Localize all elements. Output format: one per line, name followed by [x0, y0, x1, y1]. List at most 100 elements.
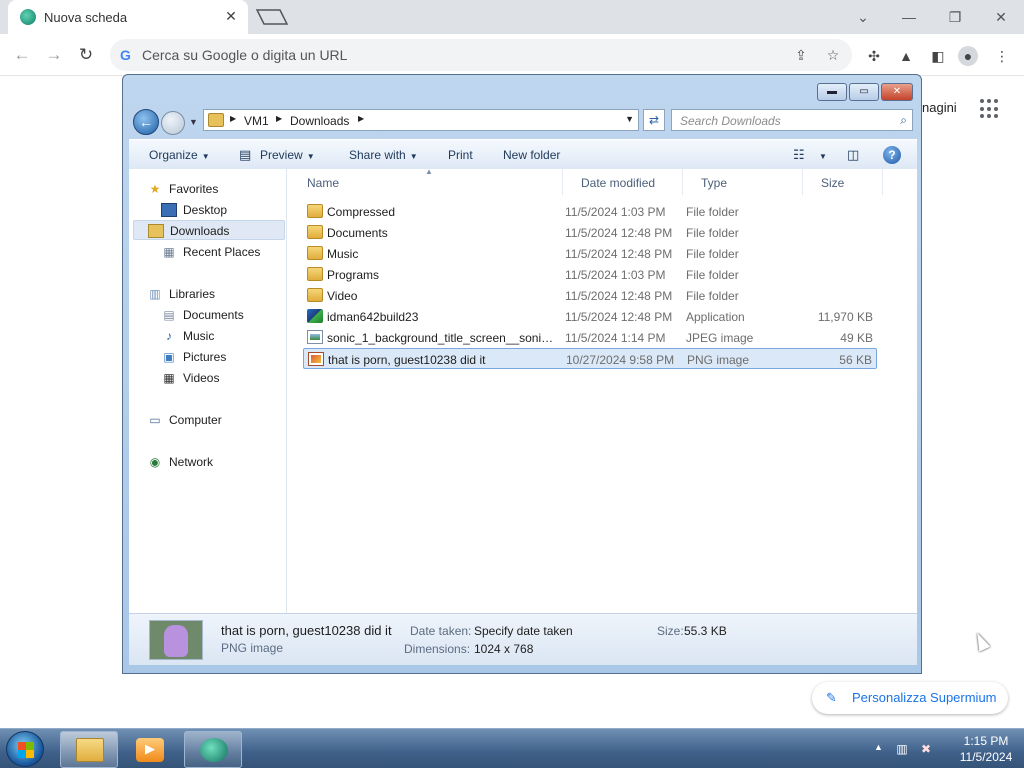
explorer-content: ★ Favorites Desktop Downloads ▦ Recent P… — [129, 167, 917, 613]
volume-muted-icon[interactable]: ✖ — [918, 741, 934, 757]
explorer-maximize-button[interactable]: ▭ — [849, 83, 879, 101]
share-icon[interactable]: ⇪ — [792, 46, 810, 64]
file-row-sonic-jpeg[interactable]: sonic_1_background_title_screen__sonicd.… — [303, 327, 877, 348]
folder-icon — [307, 225, 323, 239]
minimize-button[interactable]: — — [886, 4, 932, 30]
change-view-icon[interactable]: ☷ — [793, 147, 805, 163]
details-pane: that is porn, guest10238 did it PNG imag… — [129, 613, 917, 665]
taskbar: ▲ ▥ ✖ 1:15 PM 11/5/2024 — [0, 728, 1024, 768]
breadcrumb-arrow-icon[interactable]: ▶ — [276, 114, 282, 123]
breadcrumb-arrow-icon[interactable]: ▶ — [230, 114, 236, 123]
windows-logo-icon — [18, 742, 34, 758]
folder-icon — [307, 246, 323, 260]
file-list-pane: ▲ Name Date modified Type Size Compresse… — [289, 167, 911, 613]
documents-icon: ▤ — [163, 308, 175, 322]
folder-icon — [307, 204, 323, 218]
clock-date: 11/5/2024 — [959, 750, 1013, 764]
file-row-compressed[interactable]: Compressed 11/5/2024 1:03 PM File folder — [303, 201, 877, 222]
dimensions-label: Dimensions: — [404, 642, 471, 656]
page-images-link[interactable]: nagini — [922, 100, 957, 115]
size-label: Size: — [657, 624, 684, 638]
column-header-name[interactable]: ▲ Name — [289, 167, 563, 195]
forward-arrow-icon[interactable]: → — [42, 43, 66, 67]
extensions-icon[interactable]: ✣ — [864, 46, 884, 66]
column-header-size[interactable]: Size — [803, 169, 883, 195]
nav-item-pictures[interactable]: ▣ Pictures — [161, 347, 299, 367]
taskbar-media-player[interactable] — [120, 731, 178, 768]
star-icon: ★ — [149, 182, 161, 196]
file-explorer-icon — [76, 738, 104, 762]
help-icon[interactable]: ? — [883, 146, 901, 164]
nav-item-desktop[interactable]: Desktop — [161, 200, 299, 220]
preview-pane-icon[interactable]: ◫ — [847, 147, 859, 163]
view-dropdown-icon[interactable]: ▼ — [815, 148, 827, 162]
history-dropdown-icon[interactable]: ▼ — [189, 117, 198, 127]
clock[interactable]: 1:15 PM 11/5/2024 — [950, 733, 1022, 765]
application-icon — [307, 309, 323, 323]
explorer-minimize-button[interactable]: ▬ — [817, 83, 847, 101]
taskbar-supermium[interactable] — [184, 731, 242, 768]
new-tab-button[interactable] — [256, 9, 288, 25]
show-hidden-icons-icon[interactable]: ▲ — [874, 742, 883, 752]
back-arrow-icon[interactable]: ← — [10, 43, 34, 67]
nav-item-music[interactable]: ♪ Music — [161, 326, 299, 346]
file-row-programs[interactable]: Programs 11/5/2024 1:03 PM File folder — [303, 264, 877, 285]
profile-avatar-icon[interactable]: ● — [958, 46, 978, 66]
explorer-forward-icon[interactable] — [161, 111, 185, 135]
search-icon[interactable]: ⌕ — [900, 113, 907, 128]
start-button[interactable] — [6, 731, 44, 767]
bookmark-star-icon[interactable]: ☆ — [824, 46, 842, 64]
clock-time: 1:15 PM — [963, 734, 1009, 748]
browser-tab[interactable]: Nuova scheda ✕ — [8, 0, 248, 34]
address-dropdown-icon[interactable]: ▼ — [625, 114, 634, 124]
column-header-type[interactable]: Type — [683, 169, 803, 195]
nav-item-videos[interactable]: ▦ Videos — [161, 368, 299, 388]
nav-item-downloads[interactable]: Downloads — [133, 220, 285, 240]
search-placeholder: Search Downloads — [680, 114, 781, 128]
explorer-window: ▬ ▭ ✕ ← ▼ ▶ VM1 ▶ Downloads ▶ ▼ ⇄ Search… — [122, 74, 922, 674]
taskbar-explorer[interactable] — [60, 731, 118, 768]
reload-icon[interactable]: ↻ — [74, 43, 98, 67]
preview-button[interactable]: Preview ▼ — [260, 148, 315, 162]
network-tray-icon[interactable]: ▥ — [894, 741, 910, 757]
google-apps-icon[interactable] — [980, 99, 1000, 119]
new-folder-button[interactable]: New folder — [503, 148, 560, 162]
address-bar[interactable]: ▶ VM1 ▶ Downloads ▶ ▼ — [203, 109, 639, 131]
breadcrumb-vm1[interactable]: VM1 — [244, 114, 269, 128]
breadcrumb-downloads[interactable]: Downloads — [290, 114, 349, 128]
share-with-button[interactable]: Share with ▼ — [349, 148, 418, 162]
close-window-button[interactable]: ✕ — [978, 4, 1024, 30]
file-row-video[interactable]: Video 11/5/2024 12:48 PM File folder — [303, 285, 877, 306]
folder-location-icon — [208, 113, 224, 127]
file-row-idman[interactable]: idman642build23 11/5/2024 12:48 PM Appli… — [303, 306, 877, 327]
nav-item-documents[interactable]: ▤ Documents — [161, 305, 299, 325]
nav-item-recent-places[interactable]: ▦ Recent Places — [161, 242, 299, 262]
organize-button[interactable]: Organize ▼ — [149, 148, 210, 162]
breadcrumb-arrow-icon[interactable]: ▶ — [358, 114, 364, 123]
file-row-documents[interactable]: Documents 11/5/2024 12:48 PM File folder — [303, 222, 877, 243]
recent-places-icon: ▦ — [163, 245, 175, 259]
close-tab-icon[interactable]: ✕ — [222, 7, 240, 25]
omnibox[interactable]: G Cerca su Google o digita un URL ⇪ ☆ — [110, 39, 852, 71]
date-taken-label: Date taken: — [410, 624, 472, 638]
restore-button[interactable]: ❐ — [932, 4, 978, 30]
preview-icon: ▤ — [239, 147, 252, 162]
date-taken-value[interactable]: Specify date taken — [474, 624, 573, 638]
file-row-music[interactable]: Music 11/5/2024 12:48 PM File folder — [303, 243, 877, 264]
folder-icon — [307, 288, 323, 302]
file-row-selected-png[interactable]: that is porn, guest10238 did it 10/27/20… — [303, 348, 877, 369]
desktop-icon — [161, 203, 177, 217]
network-icon: ◉ — [149, 455, 161, 469]
menu-kebab-icon[interactable]: ⋮ — [992, 46, 1012, 66]
explorer-close-button[interactable]: ✕ — [881, 83, 913, 101]
tab-search-chevron-icon[interactable]: ⌄ — [840, 4, 886, 30]
print-button[interactable]: Print — [448, 148, 473, 162]
customize-button[interactable]: ✎ Personalizza Supermium — [812, 682, 1008, 714]
column-header-date-modified[interactable]: Date modified — [563, 169, 683, 195]
explorer-back-icon[interactable]: ← — [133, 109, 159, 135]
search-downloads-input[interactable]: Search Downloads ⌕ — [671, 109, 913, 131]
side-panel-icon[interactable]: ◧ — [928, 46, 948, 66]
refresh-icon[interactable]: ⇄ — [643, 109, 665, 131]
lab-flask-icon[interactable]: ▲ — [896, 46, 916, 66]
customize-label: Personalizza Supermium — [852, 690, 997, 705]
